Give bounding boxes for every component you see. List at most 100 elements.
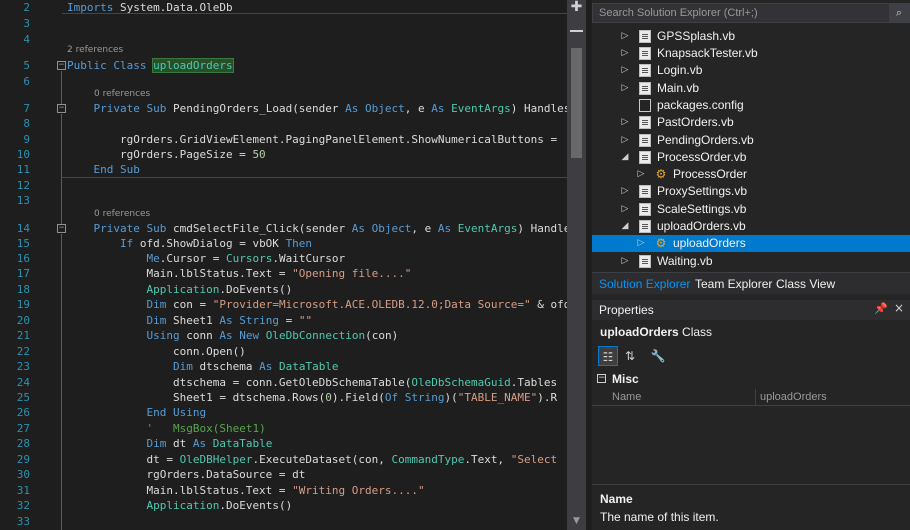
line-number: 4 — [23, 33, 30, 46]
tab-solution-explorer[interactable]: Solution Explorer — [599, 277, 690, 291]
codelens-references[interactable]: 0 references — [94, 89, 150, 99]
expand-arrow-icon[interactable]: ▷ — [620, 133, 630, 148]
alphabetical-sort-icon[interactable]: ⇅ — [620, 346, 640, 366]
code-line: Using conn As New OleDbConnection(con) — [146, 329, 399, 342]
line-number: 8 — [23, 117, 30, 130]
expand-arrow-icon[interactable]: ▷ — [620, 29, 630, 44]
tree-item-label: Login.vb — [657, 63, 703, 77]
tree-item[interactable]: ▷ KnapsackTester.vb — [592, 45, 910, 62]
collapse-arrow-icon[interactable]: ◢ — [620, 150, 630, 165]
property-row-name[interactable]: Name uploadOrders — [592, 389, 910, 406]
editor-vertical-scrollbar[interactable]: ✚ ▼ — [567, 0, 586, 530]
tree-item[interactable]: ◢ uploadOrders.vb — [592, 218, 910, 235]
expand-arrow-icon[interactable]: ▷ — [620, 202, 630, 217]
tree-item[interactable]: ▷ ⚙ ProcessOrder — [592, 166, 910, 183]
outline-collapse-toggle[interactable]: − — [57, 104, 66, 113]
vb-file-icon — [639, 47, 651, 60]
codelens-references[interactable]: 2 references — [67, 45, 123, 55]
splitter-handle[interactable] — [570, 30, 583, 32]
code-line: End Using — [146, 406, 207, 419]
tab-team-explorer[interactable]: Team Explorer — [695, 277, 772, 291]
tree-item-label: ProcessOrder — [673, 167, 748, 181]
expand-arrow-icon[interactable]: ▷ — [620, 115, 630, 130]
tree-item[interactable]: ▷ PastOrders.vb — [592, 114, 910, 131]
code-line: Public Class uploadOrders — [67, 58, 234, 73]
pin-icon[interactable]: 📌 — [874, 302, 888, 315]
tab-class-view[interactable]: Class View — [776, 277, 835, 291]
line-number: 26 — [16, 406, 30, 419]
outline-guide — [61, 71, 62, 104]
categorized-icon[interactable]: ☷ — [598, 346, 618, 366]
properties-header: Properties 📌 × — [592, 300, 910, 320]
tree-item-label: GPSSplash.vb — [657, 29, 736, 43]
tree-item-label: ProxySettings.vb — [657, 184, 748, 198]
outline-collapse-toggle[interactable]: − — [57, 61, 66, 70]
expand-arrow-icon[interactable]: ▷ — [636, 167, 646, 182]
code-line: Dim dtschema As DataTable — [172, 360, 339, 373]
solution-explorer-search-input[interactable]: Search Solution Explorer (Ctrl+;) ⌕ — [592, 3, 910, 23]
vb-file-icon — [639, 203, 651, 216]
line-number: 5 — [23, 59, 30, 72]
code-line: rgOrders.DataSource = dt — [67, 468, 306, 481]
vb-file-icon — [639, 30, 651, 43]
line-number: 32 — [16, 499, 30, 512]
line-number: 18 — [16, 283, 30, 296]
expand-arrow-icon[interactable]: ▷ — [620, 46, 630, 61]
tree-item[interactable]: ◢ ProcessOrder.vb — [592, 149, 910, 166]
method-separator — [62, 177, 567, 178]
line-number: 30 — [16, 468, 30, 481]
split-editor-icon[interactable]: ✚ — [567, 0, 586, 14]
code-line: Private Sub PendingOrders_Load(sender As… — [93, 102, 568, 115]
property-pages-icon[interactable]: 🔧 — [648, 346, 668, 366]
expand-arrow-icon[interactable]: ▷ — [620, 254, 630, 269]
scroll-down-arrow-icon[interactable]: ▼ — [567, 514, 586, 528]
category-misc[interactable]: − Misc — [592, 370, 910, 388]
code-line: If ofd.ShowDialog = vbOK Then — [119, 237, 313, 250]
expand-arrow-icon[interactable]: ▷ — [620, 81, 630, 96]
vb-file-icon — [639, 220, 651, 233]
collapse-icon[interactable]: − — [597, 374, 606, 383]
codelens-references[interactable]: 0 references — [94, 209, 150, 219]
class-icon: ⚙ — [655, 236, 667, 250]
code-line: ' MsgBox(Sheet1) — [146, 422, 266, 435]
close-icon[interactable]: × — [894, 301, 904, 315]
tree-item[interactable]: ▷ ScaleSettings.vb — [592, 201, 910, 218]
tree-item[interactable]: ▷ Login.vb — [592, 62, 910, 79]
properties-object-selector[interactable]: uploadOrders Class — [600, 325, 712, 339]
tree-item[interactable]: ▷ ⚙ uploadOrders — [592, 235, 910, 252]
line-number: 6 — [23, 75, 30, 88]
tree-item[interactable]: ▷ Waiting.vb — [592, 253, 910, 270]
code-line: Dim con = "Provider=Microsoft.ACE.OLEDB.… — [146, 298, 567, 311]
tree-item[interactable]: ▷ ProxySettings.vb — [592, 183, 910, 200]
collapse-arrow-icon[interactable]: ◢ — [620, 219, 630, 234]
tree-item[interactable]: ▷ Main.vb — [592, 80, 910, 97]
tool-windows-pane: Search Solution Explorer (Ctrl+;) ⌕ ▷ GPS… — [592, 0, 910, 530]
property-description: Name The name of this item. — [592, 484, 910, 530]
line-number: 2 — [23, 1, 30, 14]
tree-item[interactable]: ▷ PendingOrders.vb — [592, 132, 910, 149]
line-number: 3 — [23, 17, 30, 30]
line-number: 21 — [16, 329, 30, 342]
code-line: Imports System.Data.OleDb — [67, 1, 233, 14]
search-icon[interactable]: ⌕ — [889, 4, 909, 22]
code-line: Me.Cursor = Cursors.WaitCursor — [146, 252, 346, 265]
line-number: 19 — [16, 298, 30, 311]
code-line: Dim Sheet1 As String = "" — [146, 314, 313, 327]
expand-arrow-icon[interactable]: ▷ — [620, 63, 630, 78]
tree-item-label: Main.vb — [657, 81, 700, 95]
line-number: 10 — [16, 148, 30, 161]
code-line: Application.DoEvents() — [146, 283, 293, 296]
expand-arrow-icon[interactable]: ▷ — [620, 184, 630, 199]
column-divider[interactable] — [755, 389, 756, 406]
line-number: 20 — [16, 314, 30, 327]
expand-arrow-icon[interactable]: ▷ — [636, 236, 646, 251]
tree-item[interactable]: packages.config — [592, 97, 910, 114]
outline-collapse-toggle[interactable]: − — [57, 224, 66, 233]
code-line: dt = OleDBHelper.ExecuteDataset(con, Com… — [67, 453, 558, 466]
properties-toolbar: ☷ ⇅ 🔧 — [592, 344, 910, 368]
scrollbar-thumb[interactable] — [571, 48, 582, 158]
properties-title: Properties — [599, 303, 654, 317]
description-text: The name of this item. — [600, 510, 719, 524]
code-editor[interactable]: 2 3 4 5 6 7 8 9 10 11 12 13 14 15 16 17 18 19 20 21 22 23 24 25… — [0, 0, 567, 530]
tree-item[interactable]: ▷ GPSSplash.vb — [592, 28, 910, 45]
